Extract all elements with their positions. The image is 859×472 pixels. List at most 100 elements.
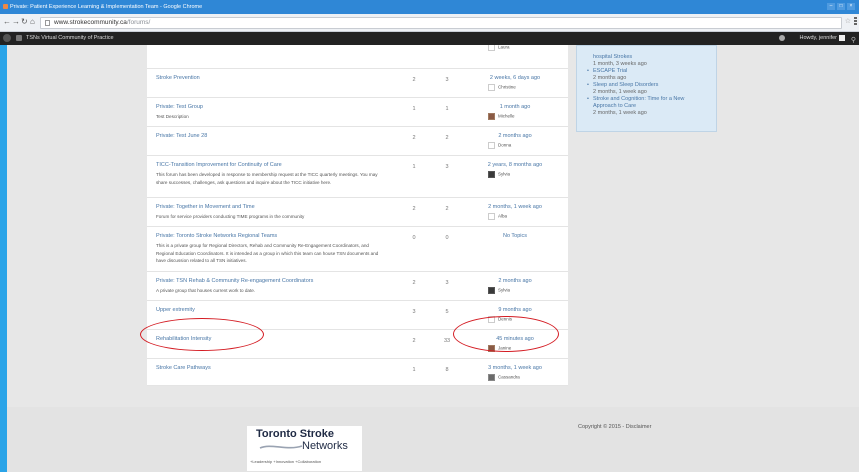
post-count: 2 xyxy=(445,206,449,212)
topic-count: 1 xyxy=(412,164,416,170)
avatar xyxy=(488,374,495,381)
post-count: 0 xyxy=(445,235,449,241)
forum-title-link[interactable]: Private: Toronto Stroke Networks Regiona… xyxy=(156,233,277,239)
freshness-link[interactable]: 2 months, 1 week ago xyxy=(462,204,568,210)
back-arrow-icon[interactable]: ← xyxy=(3,17,11,27)
forum-title-link[interactable]: Stroke Prevention xyxy=(156,75,200,81)
last-poster[interactable]: Sylvia xyxy=(488,287,510,294)
browser-toolbar: ← → ↻ ⌂ www.strokecommunity.ca/forums/ ☆ xyxy=(0,14,859,32)
topic-count: 2 xyxy=(412,135,416,141)
site-home-icon[interactable] xyxy=(16,35,22,41)
sidebar-topic-link[interactable]: Sleep and Sleep Disorders xyxy=(587,82,658,88)
chrome-menu-icon[interactable] xyxy=(854,17,857,26)
topic-count: 1 xyxy=(412,367,416,373)
author-name: Christine xyxy=(498,84,516,90)
last-poster[interactable]: Donna xyxy=(488,142,511,149)
page-icon xyxy=(45,20,50,26)
freshness-link[interactable]: 1 month ago xyxy=(462,104,568,110)
sidebar-topic-link[interactable]: Stroke and Cognition: Time for a New xyxy=(587,96,684,102)
sidebar-topic-link[interactable]: ESCAPE Trial xyxy=(587,68,627,74)
topic-count: 3 xyxy=(412,309,416,315)
maximize-icon[interactable]: □ xyxy=(837,3,845,10)
topic-count: 2 xyxy=(412,280,416,286)
site-name-link[interactable]: TSNs Virtual Community of Practice xyxy=(26,32,114,45)
topic-count: 2 xyxy=(412,206,416,212)
post-count: 3 xyxy=(445,280,449,286)
freshness-link[interactable]: 9 months ago xyxy=(462,307,568,313)
post-count: 3 xyxy=(445,77,449,83)
sidebar-topic-time: 2 months, 1 week ago xyxy=(593,89,647,95)
last-poster[interactable]: Christine xyxy=(488,84,516,91)
sidebar-topic-link[interactable]: hospital Strokes xyxy=(593,54,632,60)
forum-title-link[interactable]: Upper extremity xyxy=(156,307,195,313)
avatar xyxy=(488,287,495,294)
last-poster[interactable]: Michelle xyxy=(488,113,515,120)
forum-description: This forum has been developed in respons… xyxy=(156,172,378,185)
logo-text: Toronto Stroke xyxy=(256,428,335,440)
close-icon[interactable]: × xyxy=(847,3,855,10)
forum-title-link[interactable]: TICC-Transition Improvement for Continui… xyxy=(156,162,282,168)
minimize-icon[interactable]: – xyxy=(827,3,835,10)
bookmark-star-icon[interactable]: ☆ xyxy=(845,17,851,25)
page-content: Laura Stroke Prevention 2 3 2 weeks, 6 days … xyxy=(7,45,859,472)
avatar xyxy=(488,142,495,149)
address-bar[interactable]: www.strokecommunity.ca/forums/ xyxy=(40,17,842,29)
forum-row: Stroke Prevention 2 3 2 weeks, 6 days ago Ch… xyxy=(147,68,568,98)
freshness-link[interactable]: 2 months ago xyxy=(462,278,568,284)
wordpress-logo-icon[interactable] xyxy=(3,34,11,42)
avatar xyxy=(488,113,495,120)
forum-row: Private: Together in Movement and Time Fo… xyxy=(147,197,568,227)
forum-row: Laura xyxy=(147,45,568,69)
last-poster[interactable]: Alba xyxy=(488,213,507,220)
forum-title-link[interactable]: Private: Test June 28 xyxy=(156,133,207,139)
forum-description: Test Description xyxy=(156,114,189,119)
freshness-link[interactable]: 2 months ago xyxy=(462,133,568,139)
avatar xyxy=(488,84,495,91)
reload-icon[interactable]: ↻ xyxy=(21,17,28,27)
forum-row: Stroke Care Pathways 1 8 3 months, 1 week a… xyxy=(147,358,568,386)
author-name: Cassandra xyxy=(498,374,520,380)
author-name: Alba xyxy=(498,213,508,219)
annotation-circle xyxy=(453,316,559,352)
avatar[interactable] xyxy=(839,35,845,41)
last-poster[interactable]: Laura xyxy=(488,45,510,51)
sidebar-topic-time: 2 months, 1 week ago xyxy=(593,110,647,116)
avatar xyxy=(488,45,495,51)
forum-title-link[interactable]: Private: Test Group xyxy=(156,104,203,110)
logo-text: Networks xyxy=(302,440,348,452)
freshness-link[interactable]: 2 weeks, 6 days ago xyxy=(462,75,568,81)
forum-title-link[interactable]: Private: TSN Rehab & Community Re-engage… xyxy=(156,278,313,284)
author-name: Donna xyxy=(498,142,512,148)
url-text: www.strokecommunity.ca/forums/ xyxy=(54,19,151,26)
topic-count: 2 xyxy=(412,338,416,344)
forum-description: A private group that houses current work… xyxy=(156,288,256,293)
forward-arrow-icon[interactable]: → xyxy=(12,17,20,27)
author-name: Laura xyxy=(498,45,510,50)
sidebar-topic-link[interactable]: Approach to Care xyxy=(593,103,636,109)
sidebar-topic-time: 1 month, 3 weeks ago xyxy=(593,61,647,67)
avatar xyxy=(488,213,495,220)
forum-description: Forum for service providers conducting T… xyxy=(156,214,305,219)
last-poster[interactable]: Sylvia xyxy=(488,171,510,178)
wp-admin-bar: TSNs Virtual Community of Practice Howdy… xyxy=(0,32,859,45)
post-count: 3 xyxy=(445,164,449,170)
freshness-link[interactable]: No Topics xyxy=(462,233,568,239)
freshness-link[interactable]: 2 years, 8 months ago xyxy=(462,162,568,168)
post-count: 33 xyxy=(443,338,451,344)
last-poster[interactable]: Cassandra xyxy=(488,374,520,381)
freshness-link[interactable]: 3 months, 1 week ago xyxy=(462,365,568,371)
forum-description: This is a private group for Regional Dir… xyxy=(156,243,379,263)
author-name: Michelle xyxy=(498,113,515,119)
topic-count: 0 xyxy=(412,235,416,241)
post-count: 1 xyxy=(445,106,449,112)
forum-title-link[interactable]: Stroke Care Pathways xyxy=(156,365,211,371)
logo-swoosh-icon xyxy=(259,445,303,449)
forum-row: TICC-Transition Improvement for Continui… xyxy=(147,155,568,198)
forum-title-link[interactable]: Private: Together in Movement and Time xyxy=(156,204,255,210)
toronto-stroke-networks-logo[interactable]: Toronto Stroke Networks +Leadership +Inn… xyxy=(247,426,362,471)
window-title: Private: Patient Experience Learning & I… xyxy=(10,4,203,10)
user-greeting[interactable]: Howdy, jennifer xyxy=(800,32,838,45)
home-icon[interactable]: ⌂ xyxy=(30,17,35,27)
forum-row: Private: Test Group Test Description 1 1 1 m… xyxy=(147,97,568,127)
copyright-text[interactable]: Copyright © 2015 - Disclaimer xyxy=(578,424,651,430)
